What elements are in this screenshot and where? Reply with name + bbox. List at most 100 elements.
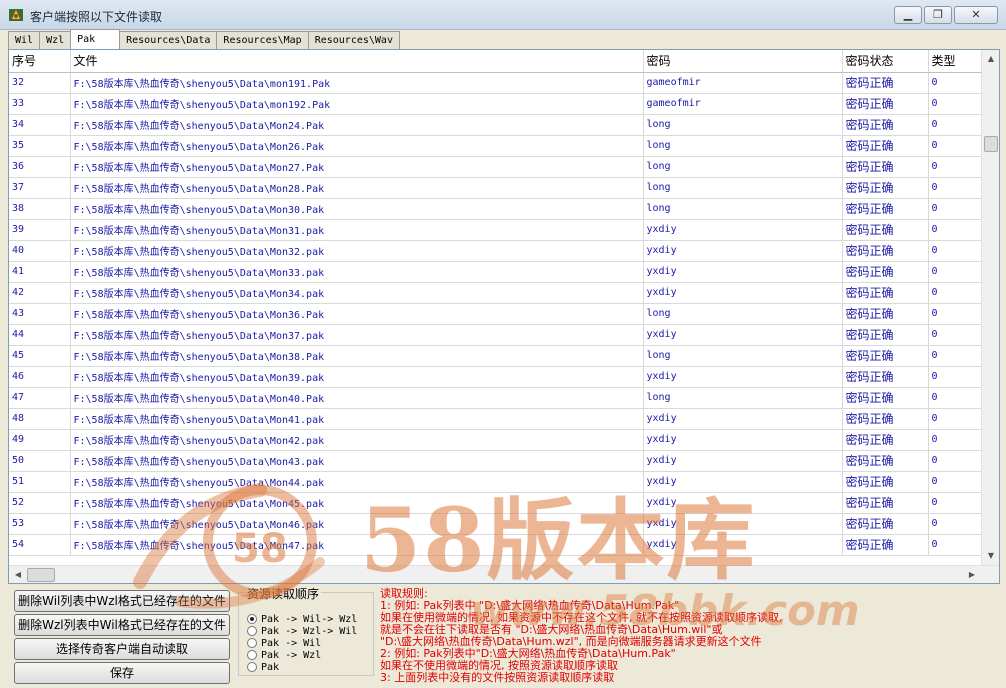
column-header-type[interactable]: 类型: [928, 50, 981, 73]
cell-file: F:\58版本库\热血传奇\shenyou5\Data\mon191.Pak: [70, 72, 644, 94]
table-row[interactable]: 43 F:\58版本库\热血传奇\shenyou5\Data\Mon36.Pak l…: [9, 303, 981, 325]
tab-strip: Wil Wzl Pak Resources\Data Resources\Map…: [8, 29, 400, 49]
watermark-brand: 58版本库: [360, 488, 757, 592]
cell-password: yxdiy: [643, 282, 843, 304]
table-row[interactable]: 36 F:\58版本库\热血传奇\shenyou5\Data\Mon27.Pak l…: [9, 156, 981, 178]
cell-file: F:\58版本库\热血传奇\shenyou5\Data\Mon30.Pak: [70, 198, 644, 220]
cell-type: 0: [928, 114, 981, 136]
radio-label: Pak -> Wil-> Wzl: [261, 613, 358, 625]
cell-password: yxdiy: [643, 219, 843, 241]
table-row[interactable]: 33 F:\58版本库\热血传奇\shenyou5\Data\mon192.Pak…: [9, 93, 981, 115]
radio-order-1[interactable]: Pak -> Wil-> Wzl: [247, 613, 357, 625]
tab-pak[interactable]: Pak: [70, 29, 121, 49]
minimize-button[interactable]: ▁: [894, 6, 922, 24]
cell-type: 0: [928, 261, 981, 283]
cell-file: F:\58版本库\热血传奇\shenyou5\Data\Mon24.Pak: [70, 114, 644, 136]
table-row[interactable]: 34 F:\58版本库\热血传奇\shenyou5\Data\Mon24.Pak l…: [9, 114, 981, 136]
cell-password: yxdiy: [643, 324, 843, 346]
cell-index: 33: [9, 93, 71, 115]
table-row[interactable]: 41 F:\58版本库\热血传奇\shenyou5\Data\Mon33.pak y…: [9, 261, 981, 283]
cell-password: long: [643, 303, 843, 325]
column-header-index[interactable]: 序号: [9, 50, 71, 73]
table-row[interactable]: 35 F:\58版本库\热血传奇\shenyou5\Data\Mon26.Pak l…: [9, 135, 981, 157]
radio-dot[interactable]: [247, 614, 257, 624]
cell-file: F:\58版本库\热血传奇\shenyou5\Data\Mon41.pak: [70, 408, 644, 430]
cell-password: long: [643, 177, 843, 199]
cell-file: F:\58版本库\热血传奇\shenyou5\Data\Mon36.Pak: [70, 303, 644, 325]
radio-dot[interactable]: [247, 638, 257, 648]
table-row[interactable]: 45 F:\58版本库\热血传奇\shenyou5\Data\Mon38.Pak l…: [9, 345, 981, 367]
scroll-down-arrow-icon[interactable]: ▼: [982, 547, 1000, 565]
scroll-left-arrow-icon[interactable]: ◀: [9, 566, 27, 584]
scroll-right-arrow-icon[interactable]: ▶: [963, 566, 981, 584]
tab-wzl[interactable]: Wzl: [39, 31, 72, 49]
cell-file: F:\58版本库\热血传奇\shenyou5\Data\Mon33.pak: [70, 261, 644, 283]
cell-password-status: 密码正确: [842, 240, 929, 262]
cell-type: 0: [928, 93, 981, 115]
cell-type: 0: [928, 429, 981, 451]
cell-password: yxdiy: [643, 240, 843, 262]
cell-password-status: 密码正确: [842, 366, 929, 388]
table-row[interactable]: 44 F:\58版本库\热血传奇\shenyou5\Data\Mon37.pak y…: [9, 324, 981, 346]
cell-type: 0: [928, 177, 981, 199]
column-header-password-status[interactable]: 密码状态: [842, 50, 929, 73]
close-button[interactable]: ✕: [954, 6, 998, 24]
title-bar[interactable]: 客户端按照以下文件读取 ▁ ❐ ✕: [0, 0, 1006, 30]
radio-order-2[interactable]: Pak -> Wzl-> Wil: [247, 625, 357, 637]
radio-label: Pak -> Wil: [261, 637, 322, 649]
cell-file: F:\58版本库\热血传奇\shenyou5\Data\Mon31.pak: [70, 219, 644, 241]
save-button[interactable]: 保存: [14, 662, 230, 684]
radio-order-3[interactable]: Pak -> Wil: [247, 637, 321, 649]
table-row[interactable]: 48 F:\58版本库\热血传奇\shenyou5\Data\Mon41.pak y…: [9, 408, 981, 430]
cell-type: 0: [928, 72, 981, 94]
radio-order-4[interactable]: Pak -> Wzl: [247, 649, 321, 661]
cell-password: gameofmir: [643, 72, 843, 94]
vertical-scroll-thumb[interactable]: [984, 136, 998, 152]
cell-file: F:\58版本库\热血传奇\shenyou5\Data\mon192.Pak: [70, 93, 644, 115]
table-row[interactable]: 39 F:\58版本库\热血传奇\shenyou5\Data\Mon31.pak y…: [9, 219, 981, 241]
horizontal-scroll-thumb[interactable]: [27, 568, 55, 582]
vertical-scrollbar[interactable]: ▲ ▼: [981, 50, 999, 565]
radio-dot[interactable]: [247, 662, 257, 672]
table-row[interactable]: 40 F:\58版本库\热血传奇\shenyou5\Data\Mon32.pak y…: [9, 240, 981, 262]
tab-resources-wav[interactable]: Resources\Wav: [307, 31, 400, 49]
tab-resources-data[interactable]: Resources\Data: [119, 31, 218, 49]
cell-type: 0: [928, 135, 981, 157]
cell-password-status: 密码正确: [842, 450, 929, 472]
scroll-up-arrow-icon[interactable]: ▲: [982, 50, 1000, 68]
table-row[interactable]: 37 F:\58版本库\热血传奇\shenyou5\Data\Mon28.Pak l…: [9, 177, 981, 199]
table-row[interactable]: 49 F:\58版本库\热血传奇\shenyou5\Data\Mon42.pak y…: [9, 429, 981, 451]
radio-dot[interactable]: [247, 626, 257, 636]
cell-index: 46: [9, 366, 71, 388]
column-header-password[interactable]: 密码: [643, 50, 843, 73]
table-row[interactable]: 47 F:\58版本库\热血传奇\shenyou5\Data\Mon40.Pak l…: [9, 387, 981, 409]
cell-index: 48: [9, 408, 71, 430]
cell-password-status: 密码正确: [842, 471, 929, 493]
cell-password-status: 密码正确: [842, 114, 929, 136]
delete-wzl-duplicates-button[interactable]: 删除Wzl列表中Wil格式已经存在的文件: [14, 614, 230, 636]
cell-type: 0: [928, 513, 981, 535]
cell-password: long: [643, 198, 843, 220]
restore-button[interactable]: ❐: [924, 6, 952, 24]
restore-icon: ❐: [933, 8, 943, 21]
radio-order-5[interactable]: Pak: [247, 661, 279, 673]
tab-wil[interactable]: Wil: [8, 31, 41, 49]
cell-password-status: 密码正确: [842, 534, 929, 556]
cell-index: 34: [9, 114, 71, 136]
cell-type: 0: [928, 387, 981, 409]
cell-password: long: [643, 387, 843, 409]
tab-resources-map[interactable]: Resources\Map: [216, 31, 309, 49]
auto-read-client-button[interactable]: 选择传奇客户端自动读取: [14, 638, 230, 660]
cell-password: yxdiy: [643, 429, 843, 451]
table-row[interactable]: 42 F:\58版本库\热血传奇\shenyou5\Data\Mon34.pak y…: [9, 282, 981, 304]
cell-file: F:\58版本库\热血传奇\shenyou5\Data\Mon39.pak: [70, 366, 644, 388]
table-row[interactable]: 46 F:\58版本库\热血传奇\shenyou5\Data\Mon39.pak y…: [9, 366, 981, 388]
cell-password-status: 密码正确: [842, 177, 929, 199]
cell-password: gameofmir: [643, 93, 843, 115]
cell-type: 0: [928, 492, 981, 514]
table-row[interactable]: 32 F:\58版本库\热血传奇\shenyou5\Data\mon191.Pak…: [9, 72, 981, 94]
radio-dot[interactable]: [247, 650, 257, 660]
column-header-file[interactable]: 文件: [70, 50, 644, 73]
table-row[interactable]: 38 F:\58版本库\热血传奇\shenyou5\Data\Mon30.Pak l…: [9, 198, 981, 220]
radio-label: Pak -> Wzl: [261, 649, 322, 661]
